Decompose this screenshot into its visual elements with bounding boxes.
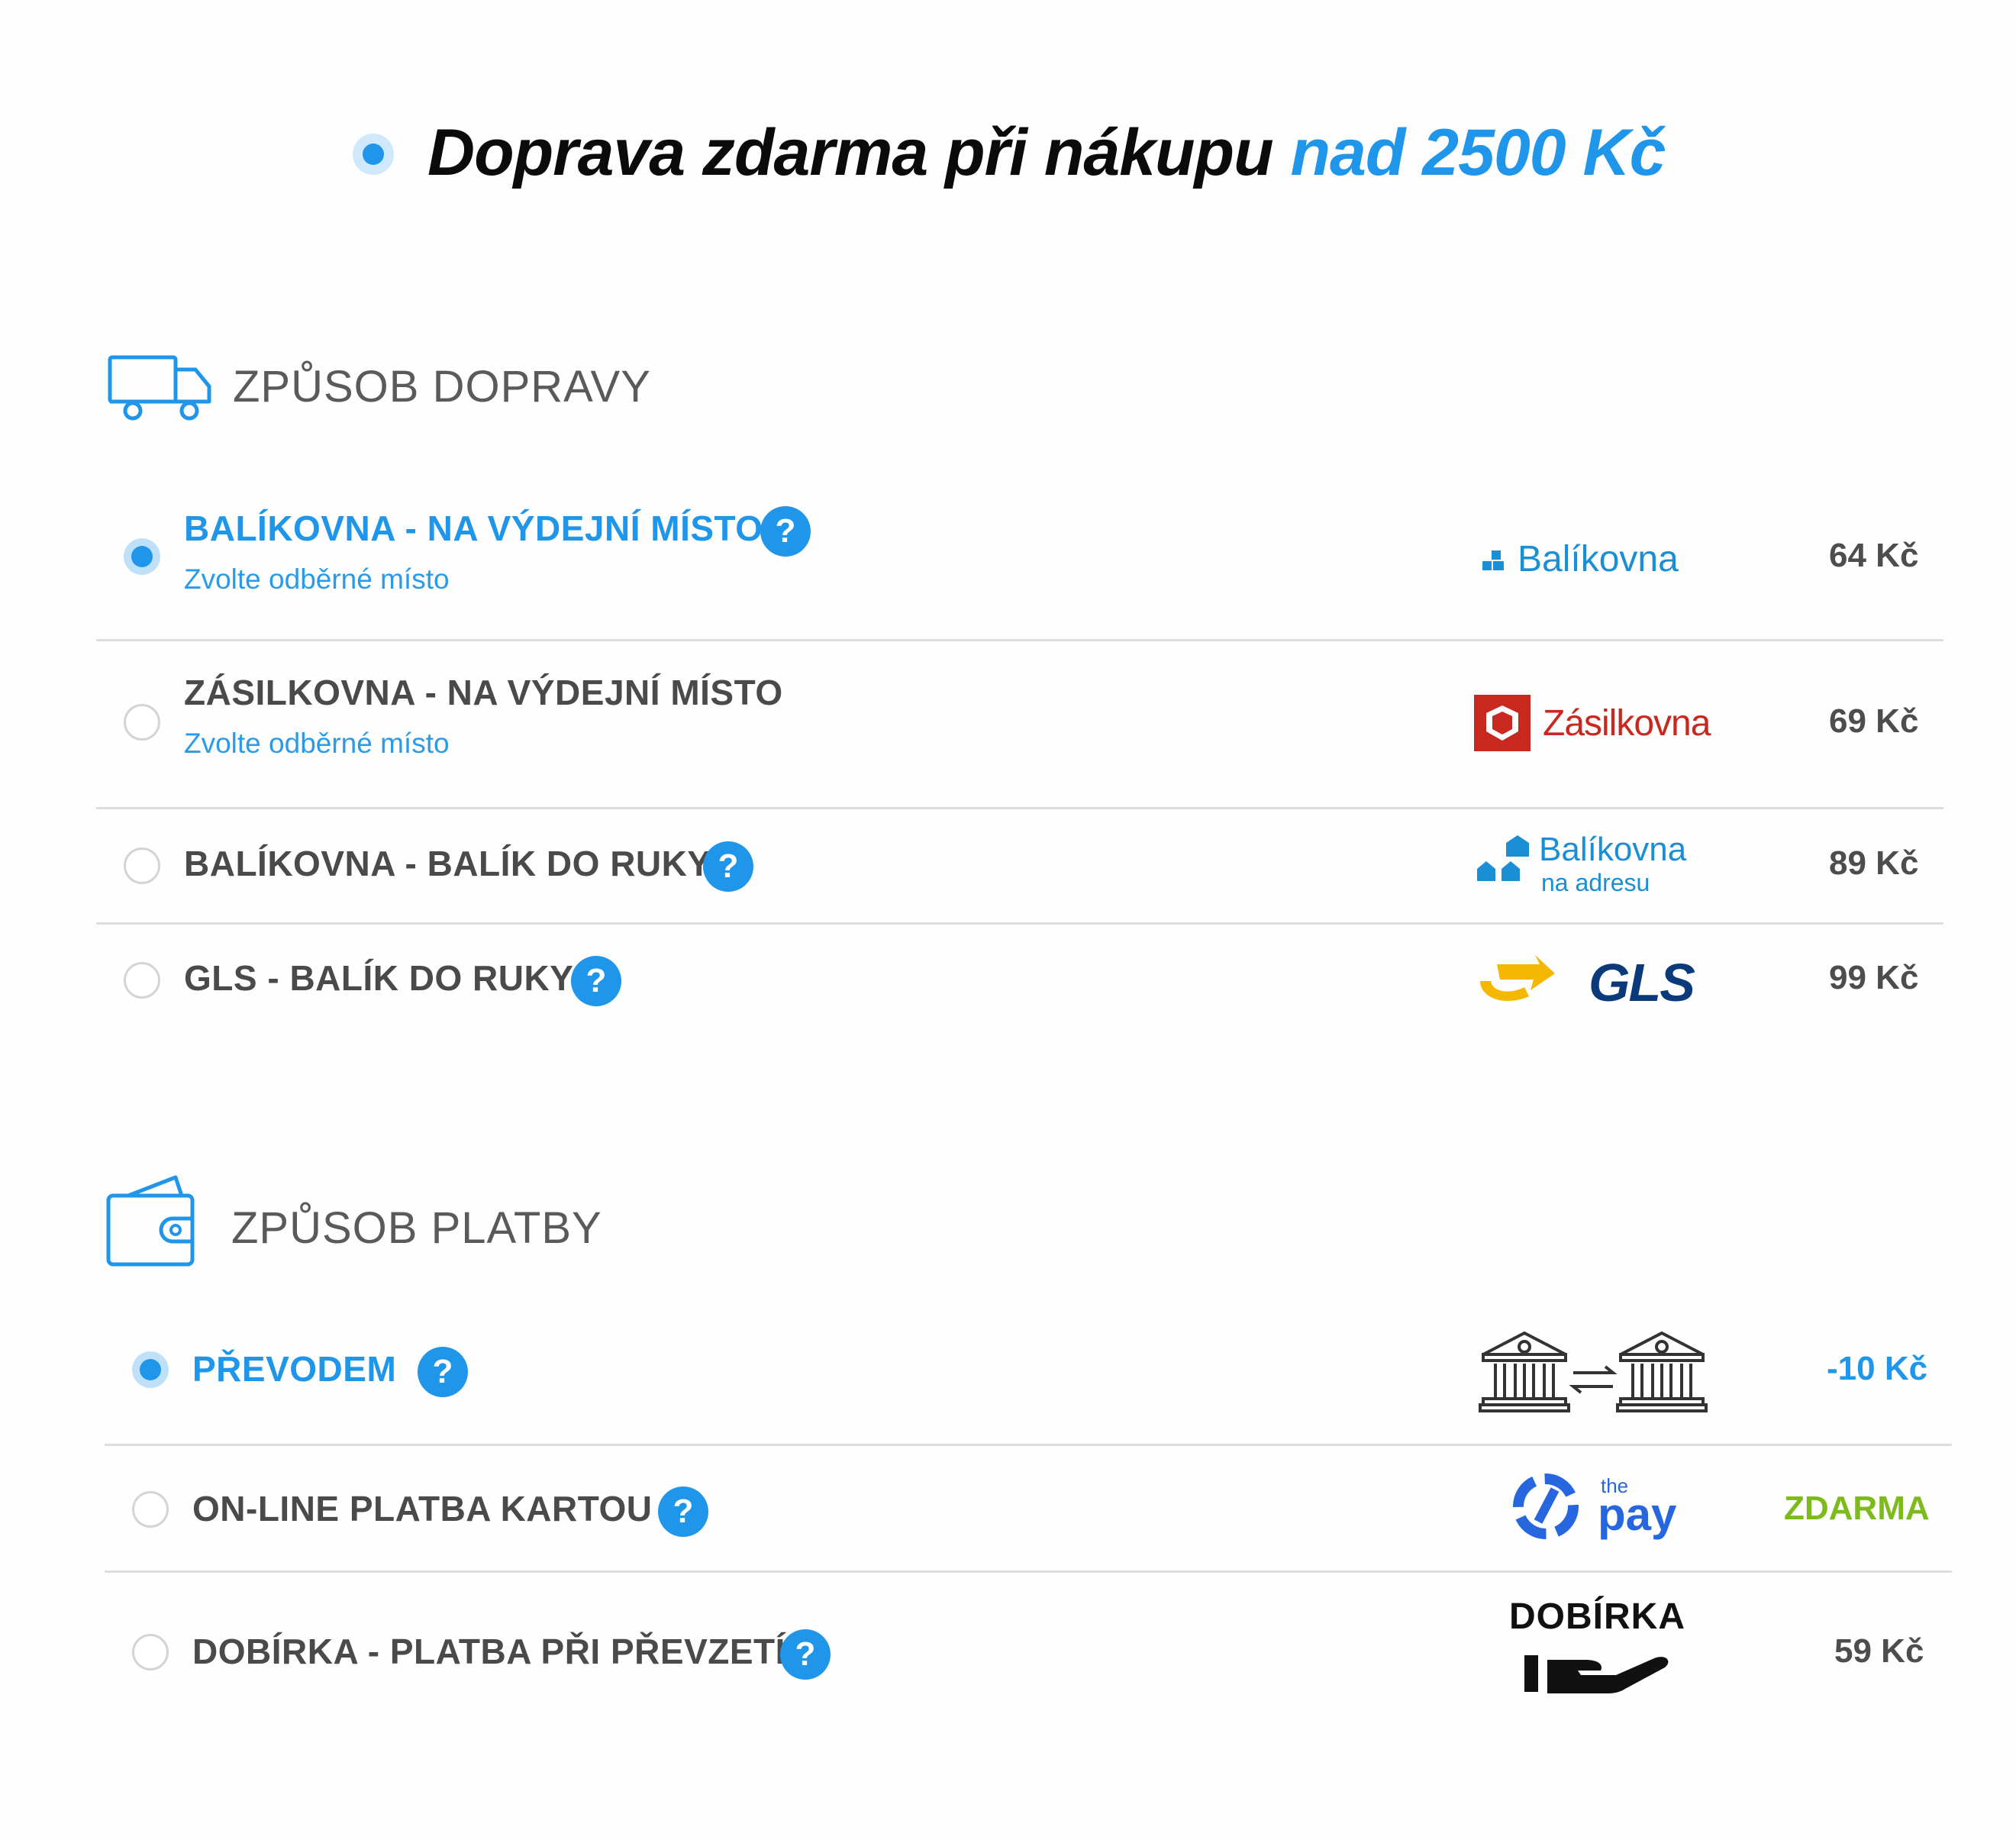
help-icon[interactable]: ? [760, 506, 811, 557]
payment-option-card[interactable]: ON-LINE PLATBA KARTOU ? the pay ZDARMA [105, 1447, 1952, 1573]
shipping-price: 69 Kč [1829, 702, 1919, 740]
choose-pickup-point-link[interactable]: Zvolte odběrné místo [184, 728, 450, 760]
payment-radio-card[interactable] [132, 1491, 169, 1528]
shipping-radio-zasilkovna-pickup[interactable] [124, 704, 160, 741]
shipping-price: 64 Kč [1829, 537, 1919, 574]
option-label: DOBÍRKA - PLATBA PŘI PŘEVZETÍ [192, 1632, 785, 1671]
payment-option-cod[interactable]: DOBÍRKA - PLATBA PŘI PŘEVZETÍ ? DOBÍRKA … [105, 1573, 1952, 1725]
shipping-price: 89 Kč [1829, 844, 1919, 882]
shipping-radio-balikovna-home[interactable] [124, 847, 160, 884]
shipping-option-zasilkovna-pickup[interactable]: ZÁSILKOVNA - NA VÝDEJNÍ MÍSTO Zvolte odb… [96, 641, 1943, 809]
free-shipping-banner: Doprava zdarma při nákupu nad 2500 Kč [0, 99, 2016, 206]
shipping-radio-gls-home[interactable] [124, 962, 160, 999]
payment-section-title: ZPŮSOB PLATBY [231, 1203, 602, 1253]
shipping-option-gls-home[interactable]: GLS - BALÍK DO RUKY ? GLS 99 Kč [96, 924, 1943, 1038]
option-label: ZÁSILKOVNA - NA VÝDEJNÍ MÍSTO [184, 673, 783, 712]
payment-price: ZDARMA [1784, 1490, 1930, 1527]
balikovna-logo-subtext: na adresu [1541, 869, 1650, 896]
bank-transfer-icon [1479, 1328, 1708, 1424]
payment-radio-cod[interactable] [132, 1634, 169, 1671]
thepay-logo: the pay [1508, 1468, 1676, 1548]
gls-logo-text: GLS [1589, 953, 1695, 1012]
payment-option-transfer[interactable]: PŘEVODEM ? -10 Kč [105, 1306, 1952, 1446]
shipping-section-title: ZPŮSOB DOPRAVY [233, 362, 651, 412]
payment-price: 59 Kč [1834, 1632, 1924, 1670]
option-label: BALÍKOVNA - NA VÝDEJNÍ MÍSTO [184, 508, 763, 548]
wallet-icon [105, 1174, 201, 1273]
thepay-logo-text: pay [1598, 1489, 1677, 1540]
free-shipping-text: Doprava zdarma při nákupu nad 2500 Kč [427, 115, 1666, 191]
truck-icon [107, 353, 214, 425]
option-label: BALÍKOVNA - BALÍK DO RUKY [184, 844, 711, 883]
balikovna-logo-text: Balíkovna [1518, 539, 1679, 579]
shipping-option-balikovna-home[interactable]: BALÍKOVNA - BALÍK DO RUKY ? Balíkovna na… [96, 809, 1943, 925]
banner-bullet-icon [353, 134, 394, 175]
cod-logo-text: DOBÍRKA [1509, 1596, 1685, 1637]
zasilkovna-logo-text: Zásilkovna [1543, 703, 1711, 744]
balikovna-logo: Balíkovna [1478, 538, 1707, 588]
choose-pickup-point-link[interactable]: Zvolte odběrné místo [184, 563, 450, 596]
shipping-price: 99 Kč [1829, 959, 1919, 996]
zasilkovna-logo: Zásilkovna [1474, 695, 1711, 760]
payment-price: -10 Kč [1827, 1350, 1928, 1387]
option-label: ON-LINE PLATBA KARTOU [192, 1489, 653, 1528]
shipping-option-balikovna-pickup[interactable]: BALÍKOVNA - NA VÝDEJNÍ MÍSTO ? Zvolte od… [96, 477, 1943, 641]
balikovna-na-adresu-logo: Balíkovna na adresu [1474, 825, 1686, 896]
help-icon[interactable]: ? [703, 841, 753, 892]
shipping-radio-balikovna-pickup[interactable] [124, 538, 160, 575]
payment-radio-transfer[interactable] [132, 1351, 169, 1388]
option-label: PŘEVODEM [192, 1349, 397, 1389]
help-icon[interactable]: ? [658, 1487, 708, 1537]
banner-text-highlight: nad 2500 Kč [1290, 116, 1666, 189]
balikovna-logo-text: Balíkovna [1539, 831, 1687, 868]
help-icon[interactable]: ? [780, 1629, 831, 1680]
option-label: GLS - BALÍK DO RUKY [184, 958, 574, 998]
help-icon[interactable]: ? [571, 956, 621, 1006]
banner-text-main: Doprava zdarma při nákupu [427, 116, 1291, 189]
help-icon[interactable]: ? [418, 1347, 468, 1397]
gls-logo: GLS [1474, 951, 1695, 1015]
